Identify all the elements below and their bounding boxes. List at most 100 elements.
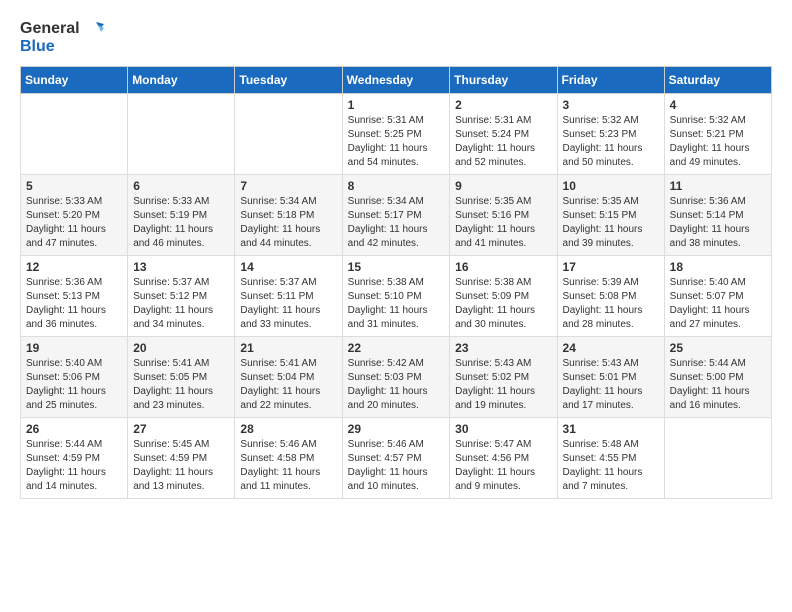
day-number: 11 bbox=[670, 179, 766, 193]
day-number: 14 bbox=[240, 260, 336, 274]
calendar-day-cell: 11 Sunrise: 5:36 AM Sunset: 5:14 PM Dayli… bbox=[664, 174, 771, 255]
calendar-week-row: 19 Sunrise: 5:40 AM Sunset: 5:06 PM Dayli… bbox=[21, 336, 772, 417]
day-detail: Sunrise: 5:34 AM Sunset: 5:17 PM Dayligh… bbox=[348, 195, 445, 251]
calendar-day-cell: 20Sunrise: 5:41 AM Sunset: 5:05 PM Dayli… bbox=[128, 336, 235, 417]
calendar-day-cell: 17 Sunrise: 5:39 AM Sunset: 5:08 PM Dayli… bbox=[557, 255, 664, 336]
day-number: 28 bbox=[240, 422, 336, 436]
day-number: 13 bbox=[133, 260, 229, 274]
day-detail: Sunrise: 5:43 AM Sunset: 5:02 PM Dayligh… bbox=[455, 357, 551, 413]
calendar-day-cell: 26Sunrise: 5:44 AM Sunset: 4:59 PM Dayli… bbox=[21, 417, 128, 498]
calendar-day-cell: 16 Sunrise: 5:38 AM Sunset: 5:09 PM Dayli… bbox=[450, 255, 557, 336]
logo-general: General bbox=[20, 20, 80, 37]
day-detail: Sunrise: 5:37 AM Sunset: 5:12 PM Dayligh… bbox=[133, 276, 229, 332]
day-number: 1 bbox=[348, 98, 445, 112]
logo-bird-icon bbox=[86, 20, 104, 38]
day-number: 4 bbox=[670, 98, 766, 112]
day-detail: Sunrise: 5:47 AM Sunset: 4:56 PM Dayligh… bbox=[455, 438, 551, 494]
calendar-day-cell: 9 Sunrise: 5:35 AM Sunset: 5:16 PM Daylig… bbox=[450, 174, 557, 255]
day-detail: Sunrise: 5:34 AM Sunset: 5:18 PM Dayligh… bbox=[240, 195, 336, 251]
calendar-day-cell: 13 Sunrise: 5:37 AM Sunset: 5:12 PM Dayli… bbox=[128, 255, 235, 336]
calendar-day-cell: 15 Sunrise: 5:38 AM Sunset: 5:10 PM Dayli… bbox=[342, 255, 450, 336]
day-number: 22 bbox=[348, 341, 445, 355]
day-detail: Sunrise: 5:39 AM Sunset: 5:08 PM Dayligh… bbox=[563, 276, 659, 332]
day-detail: Sunrise: 5:31 AM Sunset: 5:25 PM Dayligh… bbox=[348, 114, 445, 170]
day-detail: Sunrise: 5:45 AM Sunset: 4:59 PM Dayligh… bbox=[133, 438, 229, 494]
day-detail: Sunrise: 5:41 AM Sunset: 5:05 PM Dayligh… bbox=[133, 357, 229, 413]
calendar-day-cell: 27 Sunrise: 5:45 AM Sunset: 4:59 PM Dayli… bbox=[128, 417, 235, 498]
day-detail: Sunrise: 5:38 AM Sunset: 5:10 PM Dayligh… bbox=[348, 276, 445, 332]
calendar-day-cell: 3 Sunrise: 5:32 AM Sunset: 5:23 PM Daylig… bbox=[557, 93, 664, 174]
calendar-day-cell: 24 Sunrise: 5:43 AM Sunset: 5:01 PM Dayli… bbox=[557, 336, 664, 417]
calendar-day-cell: 7 Sunrise: 5:34 AM Sunset: 5:18 PM Daylig… bbox=[235, 174, 342, 255]
logo: General Blue bbox=[20, 20, 104, 56]
day-number: 7 bbox=[240, 179, 336, 193]
calendar-day-cell: 21 Sunrise: 5:41 AM Sunset: 5:04 PM Dayli… bbox=[235, 336, 342, 417]
calendar-day-cell: 10Sunrise: 5:35 AM Sunset: 5:15 PM Dayli… bbox=[557, 174, 664, 255]
day-detail: Sunrise: 5:37 AM Sunset: 5:11 PM Dayligh… bbox=[240, 276, 336, 332]
day-number: 9 bbox=[455, 179, 551, 193]
day-number: 30 bbox=[455, 422, 551, 436]
day-detail: Sunrise: 5:33 AM Sunset: 5:20 PM Dayligh… bbox=[26, 195, 122, 251]
calendar-day-cell: 18 Sunrise: 5:40 AM Sunset: 5:07 PM Dayli… bbox=[664, 255, 771, 336]
day-number: 31 bbox=[563, 422, 659, 436]
day-number: 8 bbox=[348, 179, 445, 193]
calendar-day-cell: 2 Sunrise: 5:31 AM Sunset: 5:24 PM Daylig… bbox=[450, 93, 557, 174]
calendar-day-cell: 1 Sunrise: 5:31 AM Sunset: 5:25 PM Daylig… bbox=[342, 93, 450, 174]
day-number: 2 bbox=[455, 98, 551, 112]
calendar-day-cell bbox=[235, 93, 342, 174]
calendar-day-cell: 22 Sunrise: 5:42 AM Sunset: 5:03 PM Dayli… bbox=[342, 336, 450, 417]
page-header: General Blue bbox=[20, 20, 772, 56]
day-number: 24 bbox=[563, 341, 659, 355]
day-number: 17 bbox=[563, 260, 659, 274]
day-number: 27 bbox=[133, 422, 229, 436]
day-number: 6 bbox=[133, 179, 229, 193]
day-number: 15 bbox=[348, 260, 445, 274]
day-detail: Sunrise: 5:42 AM Sunset: 5:03 PM Dayligh… bbox=[348, 357, 445, 413]
day-detail: Sunrise: 5:46 AM Sunset: 4:57 PM Dayligh… bbox=[348, 438, 445, 494]
weekday-header-cell: Thursday bbox=[450, 66, 557, 93]
calendar-day-cell: 5 Sunrise: 5:33 AM Sunset: 5:20 PM Daylig… bbox=[21, 174, 128, 255]
calendar-day-cell: 6Sunrise: 5:33 AM Sunset: 5:19 PM Daylig… bbox=[128, 174, 235, 255]
weekday-header-cell: Friday bbox=[557, 66, 664, 93]
day-number: 18 bbox=[670, 260, 766, 274]
day-detail: Sunrise: 5:32 AM Sunset: 5:23 PM Dayligh… bbox=[563, 114, 659, 170]
weekday-header-cell: Wednesday bbox=[342, 66, 450, 93]
day-detail: Sunrise: 5:41 AM Sunset: 5:04 PM Dayligh… bbox=[240, 357, 336, 413]
calendar-day-cell: 30 Sunrise: 5:47 AM Sunset: 4:56 PM Dayli… bbox=[450, 417, 557, 498]
calendar-day-cell: 14 Sunrise: 5:37 AM Sunset: 5:11 PM Dayli… bbox=[235, 255, 342, 336]
calendar-day-cell bbox=[664, 417, 771, 498]
calendar-day-cell: 4 Sunrise: 5:32 AM Sunset: 5:21 PM Daylig… bbox=[664, 93, 771, 174]
day-number: 26 bbox=[26, 422, 122, 436]
day-detail: Sunrise: 5:40 AM Sunset: 5:06 PM Dayligh… bbox=[26, 357, 122, 413]
day-detail: Sunrise: 5:31 AM Sunset: 5:24 PM Dayligh… bbox=[455, 114, 551, 170]
day-detail: Sunrise: 5:46 AM Sunset: 4:58 PM Dayligh… bbox=[240, 438, 336, 494]
day-detail: Sunrise: 5:32 AM Sunset: 5:21 PM Dayligh… bbox=[670, 114, 766, 170]
calendar-day-cell: 29 Sunrise: 5:46 AM Sunset: 4:57 PM Dayli… bbox=[342, 417, 450, 498]
day-number: 21 bbox=[240, 341, 336, 355]
day-number: 19 bbox=[26, 341, 122, 355]
calendar-week-row: 5 Sunrise: 5:33 AM Sunset: 5:20 PM Daylig… bbox=[21, 174, 772, 255]
day-number: 5 bbox=[26, 179, 122, 193]
calendar-week-row: 12Sunrise: 5:36 AM Sunset: 5:13 PM Dayli… bbox=[21, 255, 772, 336]
weekday-header-cell: Sunday bbox=[21, 66, 128, 93]
day-detail: Sunrise: 5:43 AM Sunset: 5:01 PM Dayligh… bbox=[563, 357, 659, 413]
day-number: 16 bbox=[455, 260, 551, 274]
day-number: 23 bbox=[455, 341, 551, 355]
weekday-header-row: SundayMondayTuesdayWednesdayThursdayFrid… bbox=[21, 66, 772, 93]
day-number: 29 bbox=[348, 422, 445, 436]
calendar-day-cell: 31 Sunrise: 5:48 AM Sunset: 4:55 PM Dayli… bbox=[557, 417, 664, 498]
calendar-day-cell: 28 Sunrise: 5:46 AM Sunset: 4:58 PM Dayli… bbox=[235, 417, 342, 498]
day-detail: Sunrise: 5:36 AM Sunset: 5:14 PM Dayligh… bbox=[670, 195, 766, 251]
day-detail: Sunrise: 5:44 AM Sunset: 5:00 PM Dayligh… bbox=[670, 357, 766, 413]
day-detail: Sunrise: 5:48 AM Sunset: 4:55 PM Dayligh… bbox=[563, 438, 659, 494]
day-number: 25 bbox=[670, 341, 766, 355]
calendar-day-cell: 12Sunrise: 5:36 AM Sunset: 5:13 PM Dayli… bbox=[21, 255, 128, 336]
calendar-day-cell bbox=[128, 93, 235, 174]
logo-wordmark: General Blue bbox=[20, 20, 104, 56]
day-detail: Sunrise: 5:40 AM Sunset: 5:07 PM Dayligh… bbox=[670, 276, 766, 332]
calendar-day-cell: 23 Sunrise: 5:43 AM Sunset: 5:02 PM Dayli… bbox=[450, 336, 557, 417]
weekday-header-cell: Tuesday bbox=[235, 66, 342, 93]
day-detail: Sunrise: 5:38 AM Sunset: 5:09 PM Dayligh… bbox=[455, 276, 551, 332]
day-number: 3 bbox=[563, 98, 659, 112]
day-detail: Sunrise: 5:35 AM Sunset: 5:16 PM Dayligh… bbox=[455, 195, 551, 251]
